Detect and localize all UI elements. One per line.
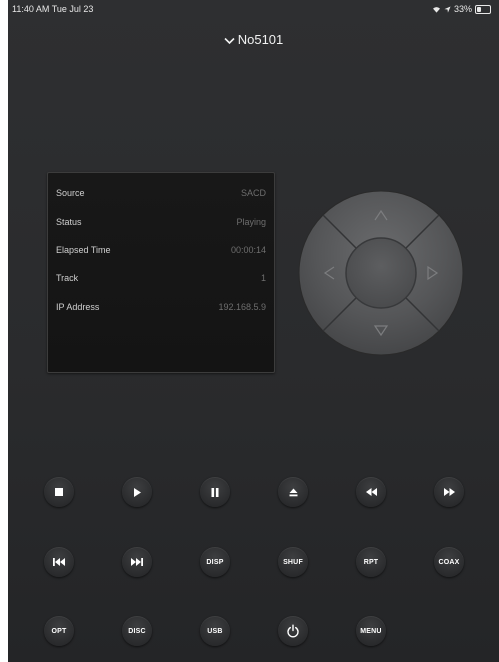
directional-pad	[298, 190, 464, 356]
eject-icon	[289, 488, 297, 496]
status-bar: 11:40 AM Tue Jul 23 33%	[8, 0, 499, 22]
info-label: IP Address	[56, 302, 100, 312]
fast-forward-button[interactable]	[434, 477, 464, 507]
skip-next-icon	[131, 558, 143, 566]
info-row-elapsed-time: Elapsed Time 00:00:14	[56, 240, 266, 260]
info-value: SACD	[240, 188, 266, 198]
coax-input-button[interactable]: COAX	[434, 547, 464, 577]
rewind-icon	[365, 488, 377, 496]
info-label: Source	[56, 188, 85, 198]
info-row-source: Source SACD	[56, 183, 266, 203]
info-value: 192.168.5.9	[218, 302, 266, 312]
usb-input-button[interactable]: USB	[200, 616, 230, 646]
info-label: Status	[56, 217, 82, 227]
power-button[interactable]	[278, 616, 308, 646]
chevron-down-icon	[224, 37, 235, 44]
fast-forward-icon	[443, 488, 455, 496]
battery-percentage: 33%	[453, 4, 472, 14]
info-value: Playing	[236, 217, 266, 227]
info-value: 1	[260, 273, 266, 283]
pause-button[interactable]	[200, 477, 230, 507]
info-label: Elapsed Time	[56, 245, 111, 255]
status-indicators: 33%	[432, 4, 491, 14]
skip-next-button[interactable]	[122, 547, 152, 577]
shuffle-button[interactable]: SHUF	[278, 547, 308, 577]
disp-button[interactable]: DISP	[200, 547, 230, 577]
info-row-track: Track 1	[56, 268, 266, 288]
info-row-status: Status Playing	[56, 212, 266, 232]
info-value: 00:00:14	[230, 245, 266, 255]
device-name: No5101	[237, 32, 284, 47]
skip-previous-button[interactable]	[44, 547, 74, 577]
wifi-icon	[432, 6, 440, 13]
menu-button[interactable]: MENU	[356, 616, 386, 646]
status-time: 11:40 AM Tue Jul 23	[12, 4, 94, 14]
opt-input-button[interactable]: OPT	[44, 616, 74, 646]
location-icon	[444, 5, 451, 13]
pause-icon	[211, 487, 219, 497]
stop-button[interactable]	[44, 477, 74, 507]
battery-icon	[475, 4, 491, 14]
skip-previous-icon	[53, 558, 65, 566]
play-icon	[134, 487, 141, 497]
info-label: Track	[56, 273, 79, 283]
device-selector[interactable]: No5101	[8, 32, 499, 47]
disc-input-button[interactable]: DISC	[122, 616, 152, 646]
power-icon	[287, 624, 299, 638]
play-button[interactable]	[122, 477, 152, 507]
dpad-center-button[interactable]	[345, 237, 417, 309]
info-row-ip-address: IP Address 192.168.5.9	[56, 297, 266, 317]
status-info-panel: Source SACD Status Playing Elapsed Time …	[47, 172, 275, 373]
rewind-button[interactable]	[356, 477, 386, 507]
eject-button[interactable]	[278, 477, 308, 507]
stop-icon	[55, 488, 63, 496]
remote-screen: 11:40 AM Tue Jul 23 33% No5101 Source SA…	[8, 0, 499, 662]
repeat-button[interactable]: RPT	[356, 547, 386, 577]
